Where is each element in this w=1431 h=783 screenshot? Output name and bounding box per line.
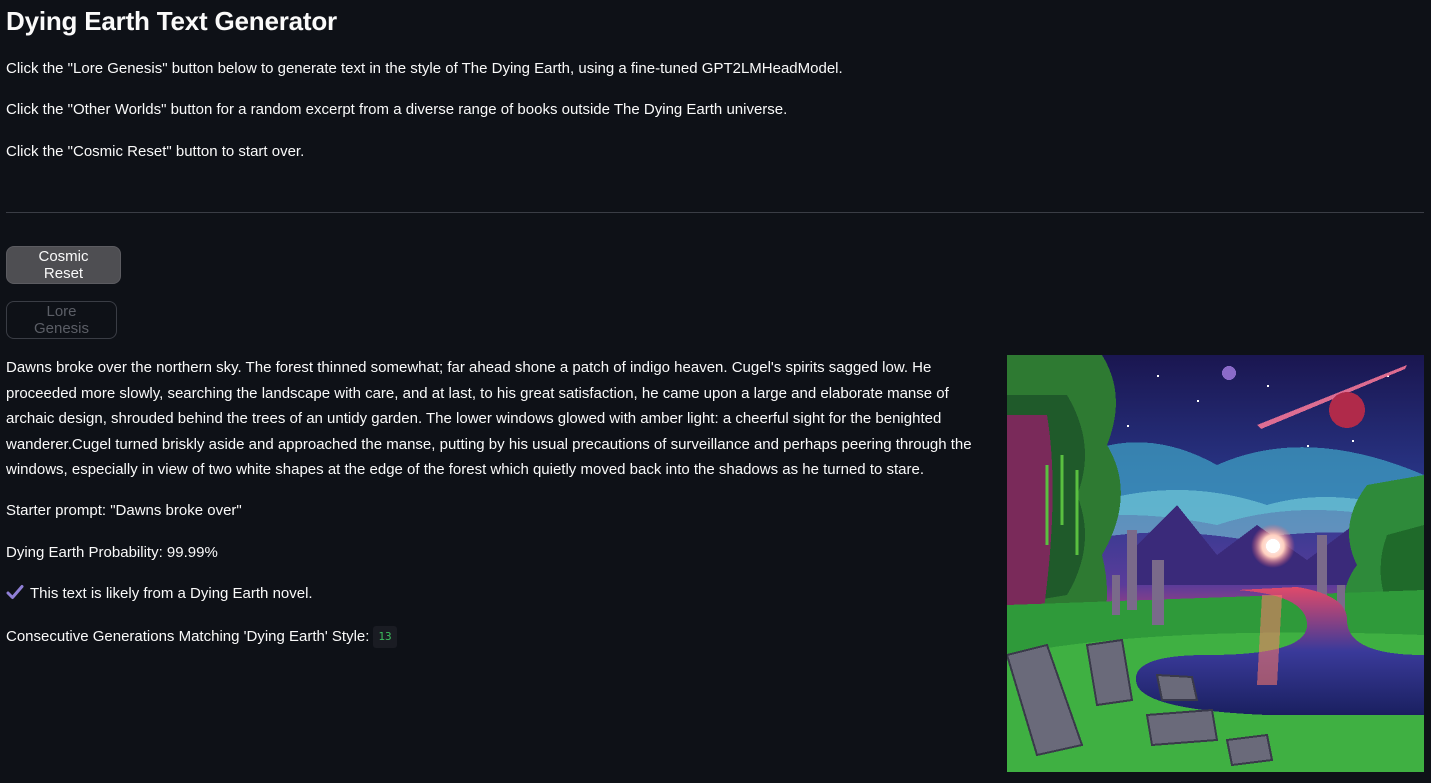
intro-line-reset: Click the "Cosmic Reset" button to start… [6,143,305,160]
intro-line-lore: Click the "Lore Genesis" button below to… [6,60,843,77]
lore-genesis-button[interactable]: Lore Genesis [6,301,117,339]
divider [6,212,1424,213]
page-title: Dying Earth Text Generator [6,6,337,36]
verdict-line: This text is likely from a Dying Earth n… [6,584,313,604]
verdict-text: This text is likely from a Dying Earth n… [30,585,313,602]
check-icon [6,585,24,599]
consecutive-label: Consecutive Generations Matching 'Dying … [6,628,370,645]
generated-text: Dawns broke over the northern sky. The f… [6,359,972,479]
cosmic-reset-button[interactable]: Cosmic Reset [6,246,121,284]
consecutive-count-badge: 13 [373,626,397,648]
app-page: Dying Earth Text Generator Click the "Lo… [0,0,1431,783]
probability-readout: Dying Earth Probability: 99.99% [6,544,218,561]
consecutive-line: Consecutive Generations Matching 'Dying … [6,626,397,648]
starter-prompt: Starter prompt: "Dawns broke over" [6,502,242,519]
intro-line-other-worlds: Click the "Other Worlds" button for a ra… [6,101,788,118]
landscape-image [1007,355,1424,772]
